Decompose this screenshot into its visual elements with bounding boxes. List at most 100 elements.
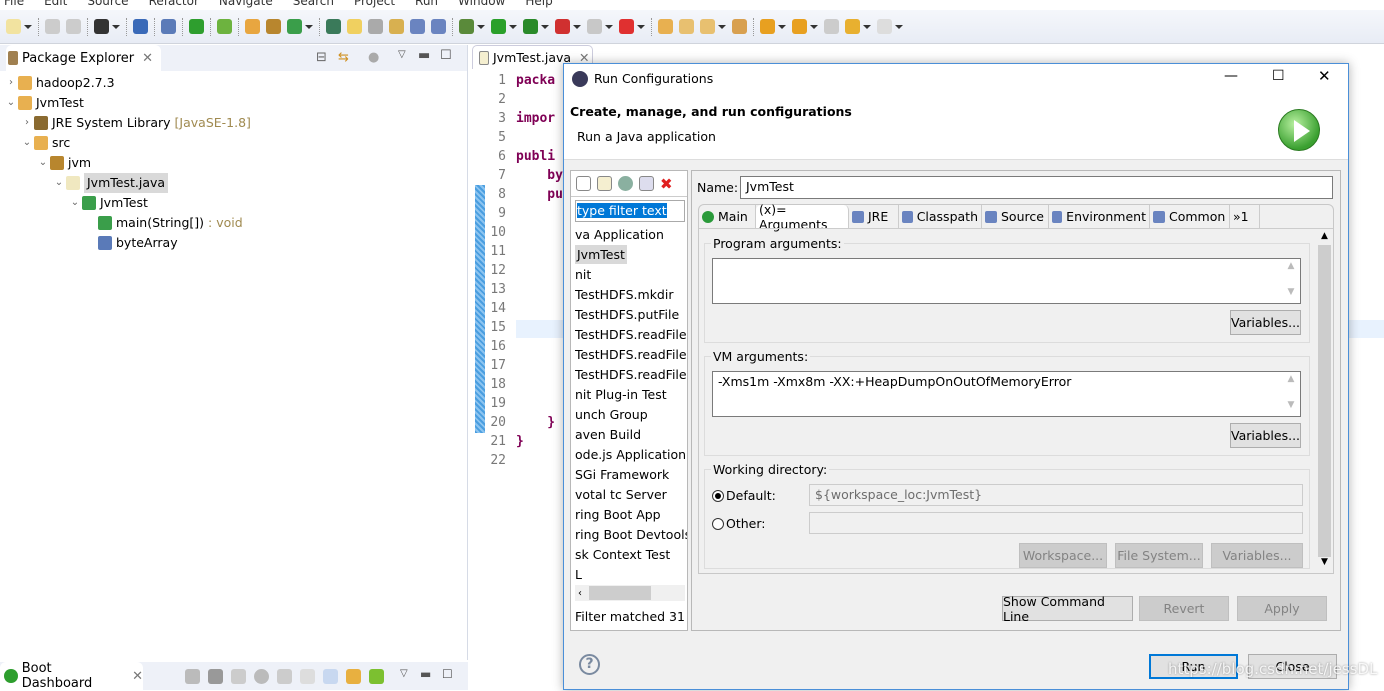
apply-button[interactable]: Apply — [1237, 596, 1327, 621]
minimize-button[interactable]: — — [1224, 68, 1238, 84]
config-item[interactable]: va Application — [575, 225, 687, 245]
tree-item[interactable]: ⌄ JvmTest — [0, 193, 467, 213]
open-browser-icon[interactable] — [254, 669, 269, 684]
tree-item[interactable]: › JRE System Library [JavaSE-1.8] — [0, 113, 467, 133]
menu-window[interactable]: Window — [458, 0, 505, 8]
maximize-icon[interactable]: ☐ — [440, 48, 452, 63]
show-command-line-button[interactable]: Show Command Line — [1002, 594, 1133, 624]
maximize-icon[interactable]: ☐ — [442, 667, 453, 681]
debug-icon[interactable] — [208, 669, 223, 684]
dropdown-arrow-icon[interactable] — [895, 24, 903, 29]
edit-icon[interactable] — [300, 669, 315, 684]
scroll-thumb[interactable] — [589, 586, 651, 600]
menu-help[interactable]: Help — [525, 0, 552, 8]
export-icon[interactable] — [618, 176, 633, 191]
debug-icon[interactable] — [459, 19, 474, 34]
dropdown-arrow-icon[interactable] — [509, 24, 517, 29]
vm-variables-button[interactable]: Variables... — [1230, 423, 1301, 448]
prev-edit-icon[interactable] — [792, 19, 807, 34]
tree-item[interactable]: byteArray — [0, 233, 467, 253]
config-item[interactable]: unch Group — [575, 405, 687, 425]
workdir-variables-button[interactable]: Variables... — [1211, 543, 1303, 568]
new-config-icon[interactable] — [576, 176, 591, 191]
config-item[interactable]: sk Context Test — [575, 545, 687, 565]
scroll-down-icon[interactable]: ▼ — [1317, 557, 1332, 567]
config-item[interactable]: TestHDFS.mkdir — [575, 285, 687, 305]
mark-occurrences-icon[interactable] — [347, 19, 362, 34]
filter-input[interactable]: type filter text — [575, 200, 685, 222]
file-system-button[interactable]: File System... — [1115, 543, 1203, 568]
expand-arrow-icon[interactable]: ⌄ — [36, 153, 50, 173]
spring-icon[interactable] — [217, 19, 232, 34]
config-item[interactable]: JvmTest — [575, 245, 687, 265]
package-explorer-tab[interactable]: Package Explorer ✕ — [6, 45, 162, 71]
dropdown-arrow-icon[interactable] — [305, 24, 313, 29]
view-menu-icon[interactable]: ▽ — [400, 668, 408, 679]
search-icon[interactable] — [700, 19, 715, 34]
default-radio[interactable]: Default: — [712, 488, 776, 503]
config-item[interactable]: aven Build — [575, 425, 687, 445]
forward-icon[interactable] — [877, 19, 892, 34]
workspace-button[interactable]: Workspace... — [1019, 543, 1107, 568]
tree-item[interactable]: › hadoop2.7.3 — [0, 73, 467, 93]
maximize-button[interactable]: ☐ — [1272, 68, 1285, 84]
delete-icon[interactable]: ✖ — [660, 175, 673, 193]
dropdown-arrow-icon[interactable] — [778, 24, 786, 29]
other-radio[interactable]: Other: — [712, 516, 765, 531]
menu-refactor[interactable]: Refactor — [149, 0, 199, 8]
console-icon[interactable] — [277, 669, 292, 684]
menu-run[interactable]: Run — [415, 0, 438, 8]
scroll-up-icon[interactable]: ▲ — [1317, 231, 1332, 245]
open-folder-icon[interactable] — [679, 19, 694, 34]
show-whitespace-icon[interactable] — [410, 19, 425, 34]
save-all-icon[interactable] — [66, 19, 81, 34]
skip-breakpoints-icon[interactable] — [161, 19, 176, 34]
tab-common[interactable]: Common — [1150, 205, 1230, 228]
tab-jre[interactable]: JRE — [849, 205, 899, 228]
tree-item[interactable]: main(String[]): void — [0, 213, 467, 233]
expand-arrow-icon[interactable]: › — [4, 73, 18, 93]
menu-navigate[interactable]: Navigate — [219, 0, 273, 8]
open-type-icon[interactable] — [326, 19, 341, 34]
link-editor-icon[interactable]: ⇆ — [338, 50, 349, 65]
new-java-project-icon[interactable] — [245, 19, 260, 34]
config-item[interactable]: ring Boot App — [575, 505, 687, 525]
tab-classpath[interactable]: Classpath — [899, 205, 982, 228]
back-icon[interactable] — [845, 19, 860, 34]
program-variables-button[interactable]: Variables... — [1230, 310, 1301, 335]
config-item[interactable]: TestHDFS.readFileE — [575, 345, 687, 365]
last-edit-icon[interactable] — [824, 19, 839, 34]
scroll-thumb[interactable] — [1318, 245, 1331, 557]
config-item[interactable]: TestHDFS.readFile — [575, 325, 687, 345]
dropdown-arrow-icon[interactable] — [718, 24, 726, 29]
open-project-icon[interactable] — [658, 19, 673, 34]
menu-file[interactable]: File — [4, 0, 24, 8]
menu-search[interactable]: Search — [293, 0, 334, 8]
tab-xarguments[interactable]: (x)= Arguments — [756, 202, 849, 232]
config-item[interactable]: ode.js Application — [575, 445, 687, 465]
tree-item[interactable]: ⌄ JvmTest — [0, 93, 467, 113]
config-item[interactable]: TestHDFS.putFile — [575, 305, 687, 325]
other-directory-field[interactable] — [809, 512, 1303, 534]
external-tools-icon[interactable] — [555, 19, 570, 34]
scroll-left-icon[interactable]: ‹ — [578, 588, 582, 599]
config-item[interactable]: TestHDFS.readFileE — [575, 365, 687, 385]
tab-main[interactable]: Main — [699, 205, 756, 228]
dropdown-arrow-icon[interactable] — [573, 24, 581, 29]
tree-item[interactable]: ⌄ JvmTest.java — [0, 173, 467, 193]
config-item[interactable]: nit — [575, 265, 687, 285]
minimize-icon[interactable]: ▬ — [418, 48, 430, 63]
name-input[interactable]: JvmTest — [740, 176, 1333, 199]
collapse-all-icon[interactable]: ⊟ — [316, 50, 327, 65]
tab-source[interactable]: Source — [982, 205, 1049, 228]
dropdown-arrow-icon[interactable] — [541, 24, 549, 29]
run-last-icon[interactable] — [619, 19, 634, 34]
tree-item[interactable]: ⌄ src — [0, 133, 467, 153]
vm-arguments-input[interactable]: -Xms1m -Xmx8m -XX:+HeapDumpOnOutOfMemory… — [712, 371, 1301, 417]
vertical-scrollbar[interactable]: ▲ ▼ — [1317, 231, 1332, 573]
pilcrow-icon[interactable] — [431, 19, 446, 34]
expose-icon[interactable] — [346, 669, 361, 684]
stop-icon[interactable] — [587, 19, 602, 34]
dropdown-arrow-icon[interactable] — [112, 24, 120, 29]
scroll-down-icon[interactable]: ▼ — [1284, 400, 1298, 410]
